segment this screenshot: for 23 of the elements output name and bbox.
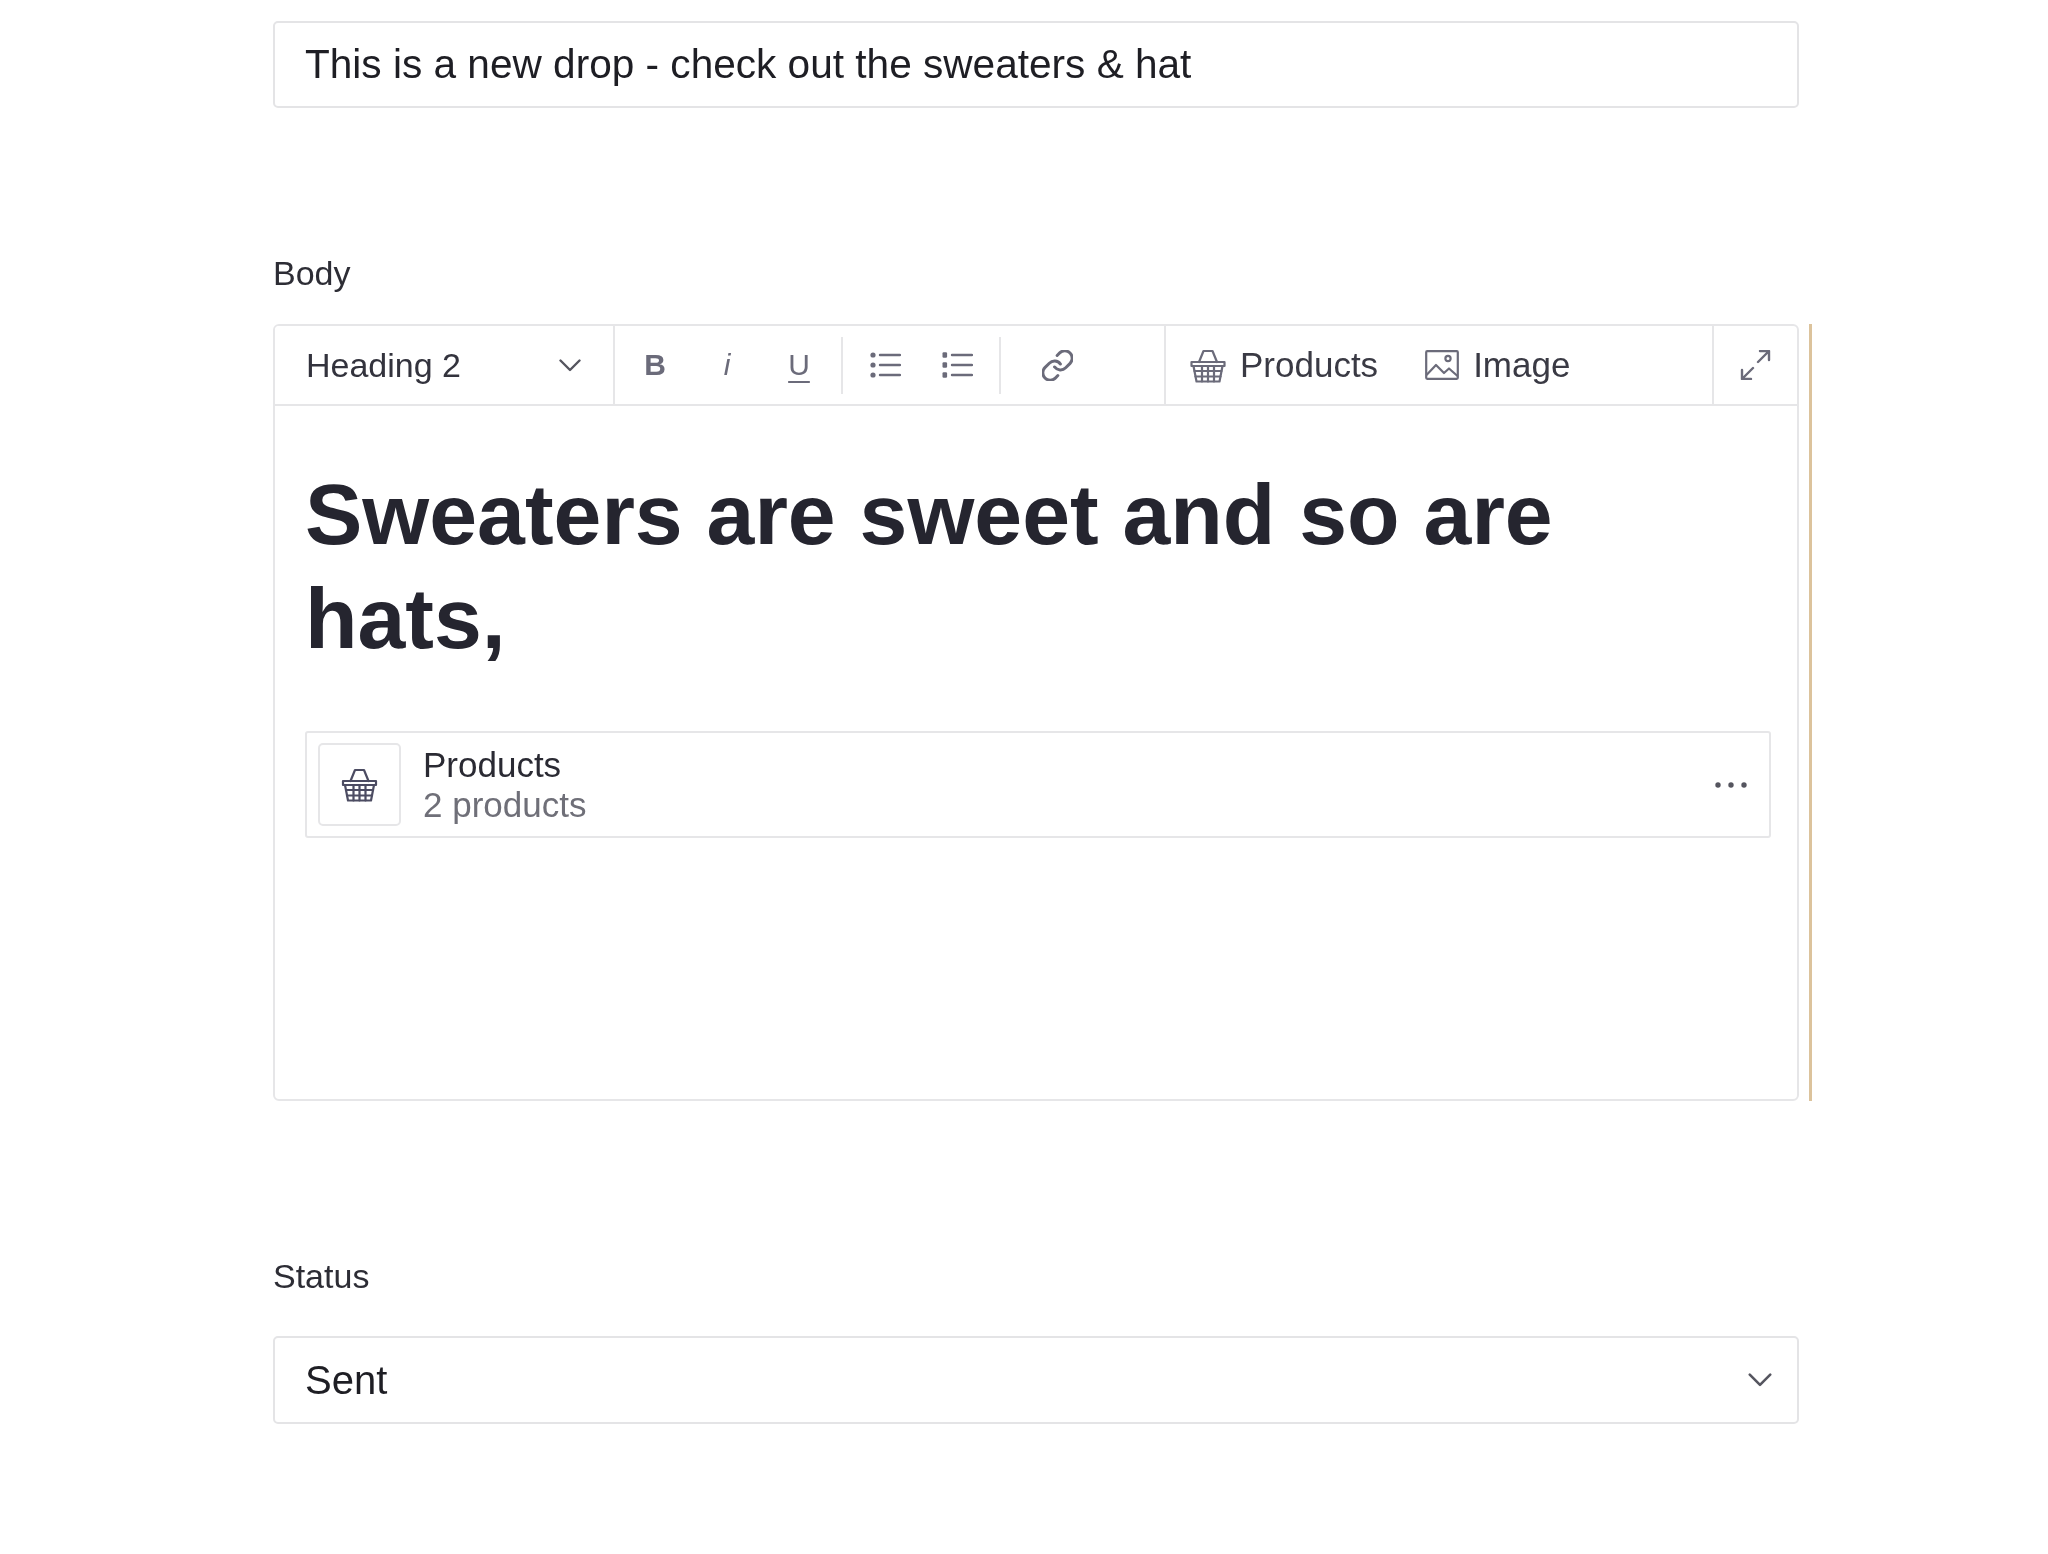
field-label: Body — [273, 253, 351, 293]
embed-title: Products — [423, 744, 562, 785]
expand-icon[interactable] — [1740, 350, 1771, 380]
image-icon — [1425, 350, 1460, 380]
field-label: Status — [273, 1256, 370, 1296]
numbered-list-icon[interactable] — [941, 352, 973, 378]
link-icon[interactable] — [1041, 349, 1073, 381]
editor-heading: Sweaters are sweet and so are hats, — [305, 465, 1554, 668]
basket-icon — [1190, 347, 1226, 383]
bullet-list-icon[interactable] — [869, 352, 901, 378]
italic-button[interactable]: i — [718, 345, 736, 385]
bold-button[interactable]: B — [639, 345, 671, 385]
more-icon[interactable] — [1715, 781, 1747, 788]
chevron-down-icon — [1748, 1373, 1772, 1387]
chevron-down-icon — [559, 358, 581, 372]
subject-field[interactable]: This is a new drop - check out the sweaters & hat — [273, 21, 1799, 108]
basket-icon — [318, 743, 401, 826]
image-button[interactable]: Image — [1419, 341, 1577, 389]
embed-subtitle: 2 products — [423, 784, 587, 825]
block-format-dropdown[interactable]: Heading 2 — [275, 326, 615, 404]
underline-button[interactable]: U — [783, 345, 815, 385]
products-button[interactable]: Products — [1184, 341, 1385, 389]
status-dropdown[interactable]: Sent — [273, 1336, 1799, 1424]
